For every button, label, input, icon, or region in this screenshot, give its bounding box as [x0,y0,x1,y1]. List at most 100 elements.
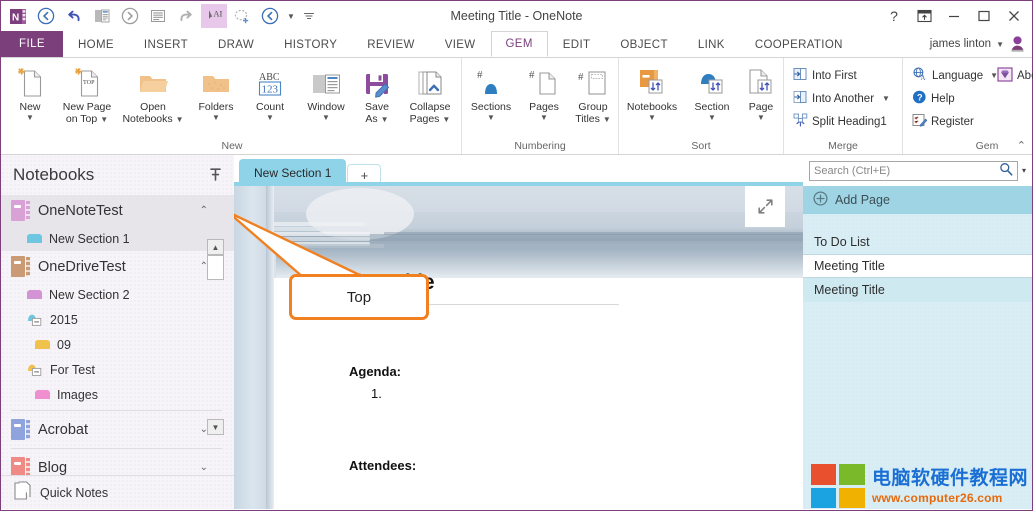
notebook-item-blog[interactable]: Blog ⌄ [1,452,234,475]
sort-notebooks-caret-icon[interactable]: ▼ [648,113,656,122]
folders-caret-icon[interactable]: ▼ [212,113,220,122]
tab-insert[interactable]: INSERT [129,31,203,57]
new-page-on-top-button[interactable]: TOP New Page on Top ▼ [57,62,117,125]
save-as-button[interactable]: Save As ▼ [355,62,399,125]
chevron-down-icon[interactable]: ⌄ [200,462,208,473]
page-canvas[interactable]: Meeting Title 2015.10.6 9:23 Agenda: 1. … [234,186,803,509]
group-titles-button[interactable]: # Group Titles ▼ [568,62,618,125]
into-another-caret-icon[interactable]: ▼ [882,94,890,103]
tab-cooperation[interactable]: COOPERATION [740,31,858,57]
navigate-back-dropdown-icon[interactable]: ▼ [285,4,297,28]
section-group-item-2015[interactable]: 2015 [1,307,234,332]
dock-to-desktop-icon[interactable] [89,4,115,28]
tab-view[interactable]: VIEW [430,31,491,57]
tab-file[interactable]: FILE [1,31,63,57]
sort-section-button[interactable]: Section ▼ [685,62,739,122]
open-notebooks-caret-icon[interactable]: ▼ [176,115,184,124]
section-item-09[interactable]: 09 [1,332,234,357]
section-group-item-for-test[interactable]: For Test [1,357,234,382]
undo-icon[interactable] [61,4,87,28]
section-group-label: 2015 [50,312,78,327]
minimize-icon[interactable] [940,3,968,29]
search-icon[interactable] [999,162,1013,179]
full-page-view-icon[interactable] [145,4,171,28]
window-caret-icon[interactable]: ▼ [322,113,330,122]
pages-numbering-button[interactable]: # Pages ▼ [520,62,568,122]
agenda-heading[interactable]: Agenda: [349,364,401,379]
notebook-item-onenotetest[interactable]: OneNoteTest ⌃ [1,195,234,226]
scroll-up-button[interactable]: ▲ [207,239,224,255]
account-area[interactable]: james linton ▼ [930,31,1026,57]
tab-review[interactable]: REVIEW [352,31,429,57]
notebooks-scrollbar[interactable]: ▲ ▼ [207,239,224,435]
maximize-icon[interactable] [970,3,998,29]
notebook-item-acrobat[interactable]: Acrobat ⌄ [1,414,234,445]
attendees-heading[interactable]: Attendees: [349,458,416,473]
new-page-on-top-caret-icon[interactable]: ▼ [100,115,108,124]
into-first-button[interactable]: Into First [789,64,902,87]
collapse-ribbon-icon[interactable]: ⌃ [1017,139,1026,152]
sort-notebooks-button[interactable]: Notebooks ▼ [619,62,685,122]
page-item-to-do-list[interactable]: To Do List [803,230,1032,254]
navigate-back-icon[interactable] [257,4,283,28]
tab-history[interactable]: HISTORY [269,31,352,57]
count-caret-icon[interactable]: ▼ [266,113,274,122]
page-item-meeting-title-1[interactable]: Meeting Title [803,254,1032,278]
tab-home[interactable]: HOME [63,31,129,57]
help-icon[interactable]: ? [880,3,908,29]
register-button[interactable]: Register [908,110,993,133]
account-dropdown-icon[interactable]: ▼ [996,40,1004,49]
sections-numbering-caret-icon[interactable]: ▼ [487,113,495,122]
lasso-select-icon[interactable] [229,4,255,28]
tab-edit[interactable]: EDIT [548,31,606,57]
about-button[interactable]: About [993,64,1033,87]
expand-arrows-icon[interactable] [745,186,785,227]
notebook-item-onedrivetest[interactable]: OneDriveTest ⌃ [1,251,234,282]
open-notebooks-button[interactable]: Open Notebooks ▼ [117,62,189,125]
section-item-new-section-2[interactable]: New Section 2 [1,282,234,307]
sort-page-caret-icon[interactable]: ▼ [757,113,765,122]
folders-button[interactable]: Folders ▼ [189,62,243,122]
pages-numbering-caret-icon[interactable]: ▼ [540,113,548,122]
pin-icon[interactable] [209,167,222,184]
language-button[interactable]: A Language ▼ [908,64,998,87]
agenda-item-1[interactable]: 1. [371,386,382,401]
tab-object[interactable]: OBJECT [605,31,682,57]
forward-icon[interactable] [117,4,143,28]
page-item-meeting-title-2[interactable]: Meeting Title [803,278,1032,302]
collapse-pages-button[interactable]: Collapse Pages ▼ [399,62,461,125]
search-input[interactable]: Search (Ctrl+E) [809,160,1018,181]
collapse-pages-caret-icon[interactable]: ▼ [442,115,450,124]
scrollbar-thumb[interactable] [207,255,224,280]
save-as-caret-icon[interactable]: ▼ [381,115,389,124]
new-button-caret-icon[interactable]: ▼ [26,113,34,122]
group-titles-caret-icon[interactable]: ▼ [603,115,611,124]
tab-link[interactable]: LINK [683,31,740,57]
collapse-pages-icon [414,64,446,98]
count-button[interactable]: ABC 123 Count ▼ [243,62,297,122]
quick-notes-item[interactable]: Quick Notes [1,475,234,509]
into-another-button[interactable]: Into Another ▼ [789,87,902,110]
section-item-images[interactable]: Images [1,382,234,407]
type-text-icon[interactable]: AI [201,4,227,28]
sort-page-button[interactable]: Page ▼ [739,62,783,122]
page-body[interactable]: Meeting Title 2015.10.6 9:23 Agenda: 1. … [274,186,803,509]
search-dropdown-icon[interactable]: ▾ [1022,166,1026,175]
customize-qat-icon[interactable] [299,4,319,28]
add-page-button[interactable]: Add Page [803,186,1032,214]
tab-draw[interactable]: DRAW [203,31,269,57]
window-button[interactable]: Window ▼ [297,62,355,122]
sections-numbering-button[interactable]: # Sections ▼ [462,62,520,122]
back-icon[interactable] [33,4,59,28]
close-icon[interactable] [1000,3,1028,29]
redo-icon[interactable] [173,4,199,28]
sort-section-caret-icon[interactable]: ▼ [708,113,716,122]
new-button[interactable]: New ▼ [3,62,57,122]
scroll-down-button[interactable]: ▼ [207,419,224,435]
chevron-up-icon[interactable]: ⌃ [200,205,208,216]
split-heading1-button[interactable]: Split Heading1 [789,110,902,133]
tab-gem[interactable]: GEM [490,31,548,57]
ribbon-display-options-icon[interactable] [910,3,938,29]
section-item-new-section-1[interactable]: New Section 1 [1,226,234,251]
help-button[interactable]: ? Help [908,87,993,110]
